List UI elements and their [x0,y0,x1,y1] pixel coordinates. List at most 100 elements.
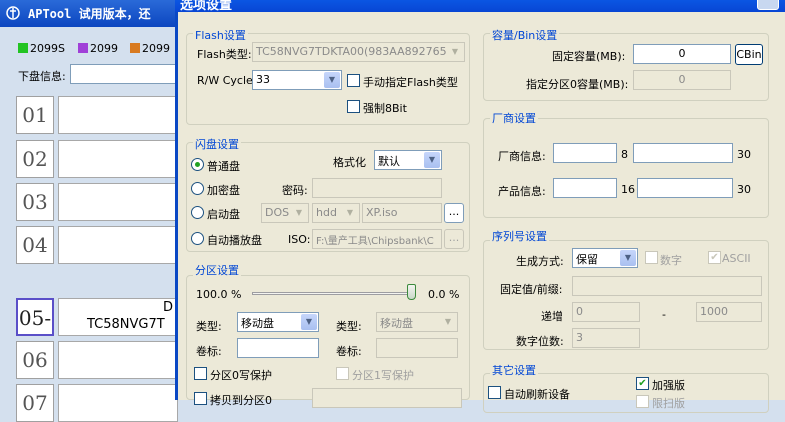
copy-source-input[interactable] [312,388,462,408]
vendor-group [483,118,769,218]
password-input[interactable] [312,178,442,198]
mode-normal-radio[interactable] [191,158,204,171]
app-title: APTool 试用版本，还 [28,7,151,21]
legend-label-0: 2099S [30,42,65,55]
mode-boot-label: 启动盘 [207,208,240,221]
chevron-down-icon: ▼ [424,152,440,168]
partition-slider-thumb[interactable] [407,284,416,300]
fixed-capacity-input[interactable]: 0 [633,44,731,64]
serial-ascii-label: ASCII [722,252,751,265]
boot-dev-select[interactable]: hdd ▼ [312,203,360,223]
partition0-type-select[interactable]: 移动盘 ▼ [237,312,319,332]
legend-swatch-1 [78,43,88,53]
chevron-down-icon: ▼ [291,205,307,221]
format-select[interactable]: 默认 ▼ [374,150,442,170]
partition0-volume-input[interactable] [237,338,319,358]
port-slot-01[interactable]: 01 [16,96,54,134]
serial-digits-label: 数字位数: [516,335,564,348]
active-slot-flash: TC58NVG7T [87,317,165,332]
partition0-write-protect-checkbox[interactable] [194,367,207,380]
serial-digits-input[interactable]: 3 [572,328,640,348]
chevron-down-icon: ▼ [447,44,463,60]
port-slot-02[interactable]: 02 [16,140,54,178]
product-max-len: 30 [737,183,751,196]
port-slot-06[interactable]: 06 [16,341,54,379]
partition0-volume-label: 卷标: [196,345,222,358]
serial-prefix-label: 固定值/前缀: [500,283,563,296]
port-bar-06 [58,341,178,379]
port-slot-07[interactable]: 07 [16,384,54,422]
vendor-min-len: 8 [621,148,628,161]
mode-boot-radio[interactable] [191,206,204,219]
mode-normal-label: 普通盘 [207,160,240,173]
format-value: 默认 [378,155,400,168]
copy-to-partition0-label: 拷贝到分区0 [210,394,272,407]
serial-inc-end-input[interactable]: 1000 [696,302,762,322]
port-slot-03[interactable]: 03 [16,183,54,221]
port-bar-05: D TC58NVG7T [58,298,178,336]
serial-increment-label: 递增 [541,310,563,323]
chevron-down-icon: ▼ [620,250,636,266]
dialog-close-button[interactable] [757,0,779,10]
partition-slider-track[interactable] [252,292,414,295]
serial-prefix-input[interactable] [572,276,762,296]
password-label: 密码: [282,184,308,197]
partition-right-percent: 0.0 % [428,288,460,301]
partition0-capacity-input[interactable]: 0 [633,70,731,90]
download-info-field [70,64,178,84]
boot-fs-select[interactable]: DOS ▼ [261,203,309,223]
next-checkbox[interactable] [636,395,649,408]
partition1-write-protect-label: 分区1写保护 [352,369,414,382]
force-8bit-label: 强制8Bit [363,102,407,115]
partition-left-percent: 100.0 % [196,288,242,301]
flash-type-label: Flash类型: [197,48,252,61]
legend-label-1: 2099 [90,42,118,55]
boot-file-browse-button[interactable]: ... [444,203,464,223]
partition1-volume-input[interactable] [376,338,458,358]
vendor-group-label: 厂商设置 [490,110,538,126]
iso-browse-button[interactable]: ... [444,229,464,249]
vendor-info-input-2[interactable] [633,143,733,163]
flash-type-select[interactable]: TC58NVG7TDKTA00(983AA8927650) ▼ [252,42,465,62]
enhanced-checkbox[interactable]: ✔ [636,377,649,390]
serial-mode-value: 保留 [576,253,598,266]
chevron-down-icon: ▼ [440,314,456,330]
next-label: 限扫版 [652,397,685,410]
active-slot-prefix: D [163,300,174,315]
chevron-down-icon: ▼ [342,205,358,221]
port-bar-03 [58,183,178,221]
boot-file-input[interactable]: XP.iso [362,203,442,223]
serial-mode-select[interactable]: 保留 ▼ [572,248,638,268]
port-slot-04[interactable]: 04 [16,226,54,264]
force-8bit-checkbox[interactable] [347,100,360,113]
copy-to-partition0-checkbox[interactable] [194,392,207,405]
vendor-max-len: 30 [737,148,751,161]
iso-path-input[interactable]: F:\量产工具\Chipsbank\C [312,229,442,249]
mode-encrypted-radio[interactable] [191,182,204,195]
product-info-input[interactable] [553,178,617,198]
manual-flash-checkbox[interactable] [347,74,360,87]
vendor-info-input[interactable] [553,143,617,163]
serial-group-label: 序列号设置 [490,228,549,244]
cbin-button[interactable]: CBin [735,44,763,65]
rw-cycle-select[interactable]: 33 ▼ [252,70,342,90]
iso-label: ISO: [288,233,311,246]
port-bar-04 [58,226,178,264]
auto-refresh-checkbox[interactable] [488,386,501,399]
partition1-type-value: 移动盘 [380,317,413,330]
serial-digit-checkbox[interactable] [645,251,658,264]
legend-swatch-0 [18,43,28,53]
port-slot-05-active[interactable]: 05-I [16,298,54,366]
partition1-write-protect-checkbox[interactable] [336,367,349,380]
partition-type-label: 类型: [196,320,222,333]
download-info-label: 下盘信息: [18,70,66,83]
serial-inc-start-input[interactable]: 0 [572,302,640,322]
disk-group-label: 闪盘设置 [193,136,241,152]
mode-autoplay-radio[interactable] [191,232,204,245]
serial-ascii-checkbox[interactable]: ✔ [708,251,721,264]
fixed-capacity-label: 固定容量(MB): [552,50,626,63]
product-info-input-2[interactable] [637,178,733,198]
partition-group-label: 分区设置 [193,262,241,278]
other-group-label: 其它设置 [490,362,538,378]
partition1-type-select[interactable]: 移动盘 ▼ [376,312,458,332]
